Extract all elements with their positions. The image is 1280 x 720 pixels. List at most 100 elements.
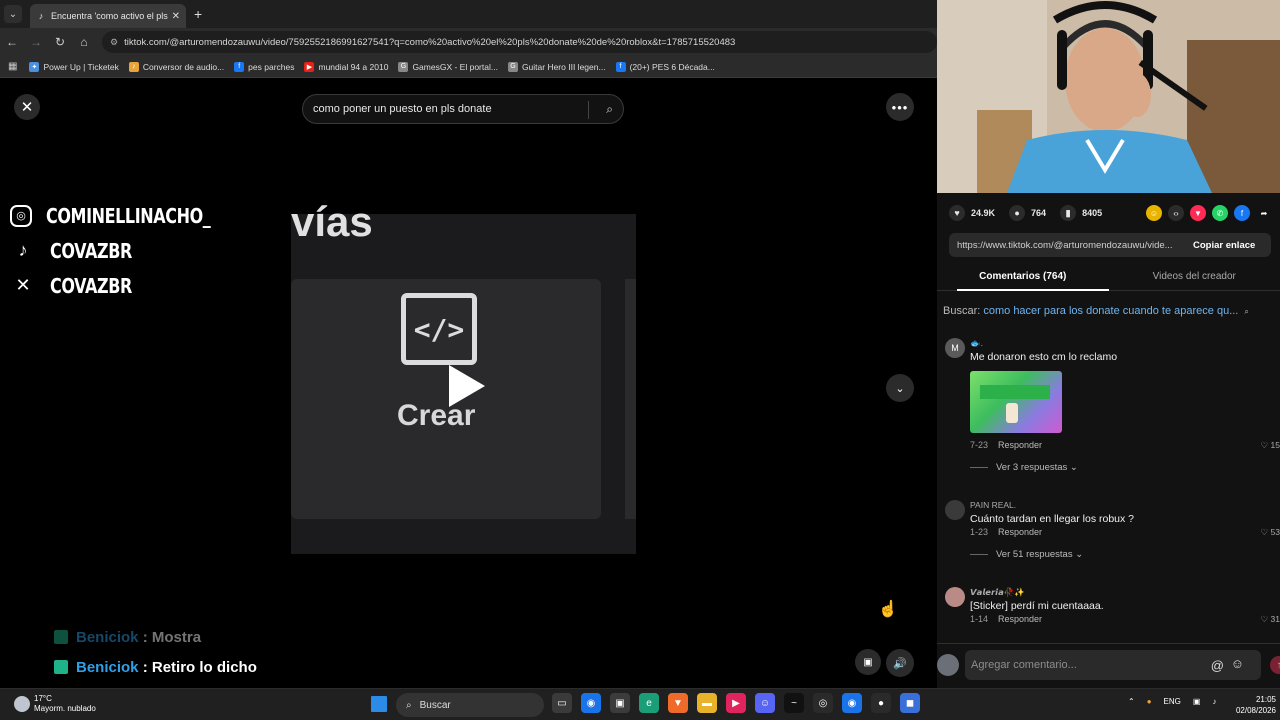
comment-like[interactable]: ♡ 53	[1261, 527, 1280, 538]
volume-icon[interactable]: ♪	[1212, 697, 1216, 706]
view-replies-button[interactable]: Ver 3 respuestas ⌄	[970, 462, 1078, 473]
mic-icon[interactable]: ●	[1147, 697, 1152, 706]
back-icon[interactable]: ←	[0, 35, 24, 49]
task-view-icon[interactable]: ▭	[552, 693, 572, 713]
reload-icon[interactable]: ↻	[48, 35, 72, 49]
taskbar-search-label: Buscar	[419, 699, 451, 711]
emoji-icon[interactable]: ☺	[1231, 656, 1244, 671]
bookmark-item[interactable]: f pes parches	[234, 61, 294, 72]
store-icon[interactable]: ▣	[610, 693, 630, 713]
streamer-webcam	[937, 0, 1280, 193]
bookmark-item[interactable]: ✦ Power Up | Ticketek	[29, 61, 119, 72]
language-indicator[interactable]: ENG	[1164, 697, 1181, 706]
coin-icon[interactable]: ☺	[1146, 205, 1162, 221]
volume-button[interactable]: 🔊	[886, 649, 914, 677]
chat-text: Mostra	[151, 628, 202, 646]
whatsapp-icon[interactable]: ✆	[1212, 205, 1228, 221]
bookmark-item[interactable]: G GamesGX - El portal...	[398, 61, 498, 72]
view-replies-button[interactable]: Ver 51 respuestas ⌄	[970, 549, 1083, 560]
comment-avatar[interactable]: M	[945, 338, 965, 358]
comment-date: 1-14	[970, 614, 989, 624]
tab-creator-videos[interactable]: Videos del creador	[1109, 263, 1280, 290]
comment-text: [Sticker] perdí mi cuentaaaa.	[970, 600, 1104, 612]
comment-button[interactable]: ● 764	[1009, 205, 1046, 221]
home-icon[interactable]: ⌂	[72, 35, 96, 49]
media-icon[interactable]: ▶	[726, 693, 746, 713]
video-details-panel: ♥ 24.9K ● 764 ▮ 8405 ☺ ‹› ▼ ✆ f ➦ https://w…	[937, 193, 1280, 688]
comment-avatar[interactable]	[945, 500, 965, 520]
related-search[interactable]: Buscar: como hacer para los donate cuand…	[943, 305, 1249, 317]
comment-date: 1-23	[970, 527, 989, 537]
play-icon[interactable]	[449, 365, 485, 407]
browser-tab[interactable]: ♪ Encuentra 'como activo el pls d ✕	[30, 4, 186, 28]
edge-icon[interactable]: e	[639, 693, 659, 713]
windows-start-icon[interactable]	[371, 696, 387, 712]
steam-icon[interactable]: ●	[871, 693, 891, 713]
reply-button[interactable]: Responder	[998, 440, 1042, 450]
address-bar[interactable]: ⚙ tiktok.com/@arturomendozauwu/video/759…	[102, 31, 937, 53]
social-handle-name: COVAZBR	[50, 238, 132, 263]
bookmark-label: (20+) PES 6 Década...	[629, 61, 715, 72]
video-link[interactable]: https://www.tiktok.com/@arturomendozauwu…	[957, 240, 1185, 251]
reply-button[interactable]: Responder	[998, 527, 1042, 537]
like-button[interactable]: ♥ 24.9K	[949, 205, 995, 221]
streamer-socials: ◎ COMINELLINACHO_ ♪ COVAZBR ✕ COVAZBR	[10, 198, 252, 303]
search-icon[interactable]: ⌕	[606, 102, 613, 117]
bookmark-item[interactable]: ♪ Conversor de audio...	[128, 61, 225, 72]
more-options-button[interactable]: •••	[886, 93, 914, 121]
social-handle-name: COVAZBR	[50, 273, 132, 298]
video-player[interactable]: vías </> Crear	[291, 134, 636, 688]
browser-toolbar: ← → ↻ ⌂ ⚙ tiktok.com/@arturomendozauwu/v…	[0, 28, 937, 56]
apps-grid-icon[interactable]: ▦	[8, 61, 17, 72]
new-tab-button[interactable]: +	[194, 6, 202, 22]
mention-icon[interactable]: @	[1211, 658, 1224, 673]
chrome-icon[interactable]: ◉	[842, 693, 862, 713]
bookmark-item[interactable]: f (20+) PES 6 Década...	[615, 61, 715, 72]
tray-chevron-icon[interactable]: ⌃	[1128, 697, 1135, 706]
bookmark-item[interactable]: ▶ mundial 94 a 2010	[304, 61, 389, 72]
terminal-icon[interactable]: ~	[784, 693, 804, 713]
clock-time: 21:05	[1255, 695, 1276, 704]
save-button[interactable]: ▮ 8405	[1060, 205, 1102, 221]
comment-like[interactable]: ♡ 31	[1261, 614, 1280, 625]
close-video-button[interactable]: ✕	[14, 94, 40, 120]
comment-image[interactable]	[970, 371, 1062, 433]
comment-date: 7-23	[970, 440, 989, 450]
site-info-icon[interactable]: ⚙	[110, 37, 118, 48]
copy-link-button[interactable]: Copiar enlace	[1193, 240, 1255, 251]
search-icon: ⌕	[1244, 307, 1249, 316]
bookmark-label: mundial 94 a 2010	[318, 61, 389, 72]
comment-username[interactable]: 𝙑𝙖𝙡𝙚𝙧𝙞𝙖🥀✨	[970, 587, 1025, 598]
taskbar-clock[interactable]: 21:05 02/08/2026	[1236, 694, 1276, 716]
share-arrow-icon[interactable]: ➦	[1256, 205, 1272, 221]
reply-button[interactable]: Responder	[998, 614, 1042, 624]
clock-date: 02/08/2026	[1235, 706, 1276, 715]
app-icon[interactable]: ◼	[900, 693, 920, 713]
comment-like[interactable]: ♡ 15	[1261, 440, 1280, 451]
next-video-button[interactable]: ⌄	[886, 374, 914, 402]
floating-player-button[interactable]: ▣	[855, 649, 881, 675]
network-icon[interactable]: ▣	[1193, 697, 1201, 706]
taskbar-search[interactable]: ⌕ Buscar	[396, 693, 544, 717]
tab-close-icon[interactable]: ✕	[172, 11, 180, 22]
comment-username[interactable]: PAIN REAL.	[970, 500, 1016, 510]
tab-comments[interactable]: Comentarios (764)	[937, 263, 1109, 291]
tiktok-search-input[interactable]: como poner un puesto en pls donate ⌕	[302, 94, 624, 124]
bookmark-item[interactable]: G Guitar Hero III legen...	[507, 61, 606, 72]
send-comment-icon[interactable]: ↑	[1270, 656, 1280, 674]
facebook-icon[interactable]: f	[1234, 205, 1250, 221]
folder-icon[interactable]: ▬	[697, 693, 717, 713]
tab-search-button[interactable]: ⌄	[4, 5, 22, 23]
comment-username[interactable]: 🐟.	[970, 338, 983, 349]
embed-icon[interactable]: ‹›	[1168, 205, 1184, 221]
weather-widget[interactable]: 17°C Mayorm. nublado	[14, 694, 96, 714]
comment-avatar[interactable]	[945, 587, 965, 607]
obs-icon[interactable]: ◎	[813, 693, 833, 713]
brave-icon[interactable]: ▼	[668, 693, 688, 713]
send-icon[interactable]: ▼	[1190, 205, 1206, 221]
forward-icon[interactable]: →	[24, 35, 48, 49]
discord-icon[interactable]: ☺	[755, 693, 775, 713]
share-buttons: ☺ ‹› ▼ ✆ f ➦	[1140, 205, 1272, 221]
chrome-icon[interactable]: ◉	[581, 693, 601, 713]
bookmark-label: Conversor de audio...	[142, 61, 225, 72]
